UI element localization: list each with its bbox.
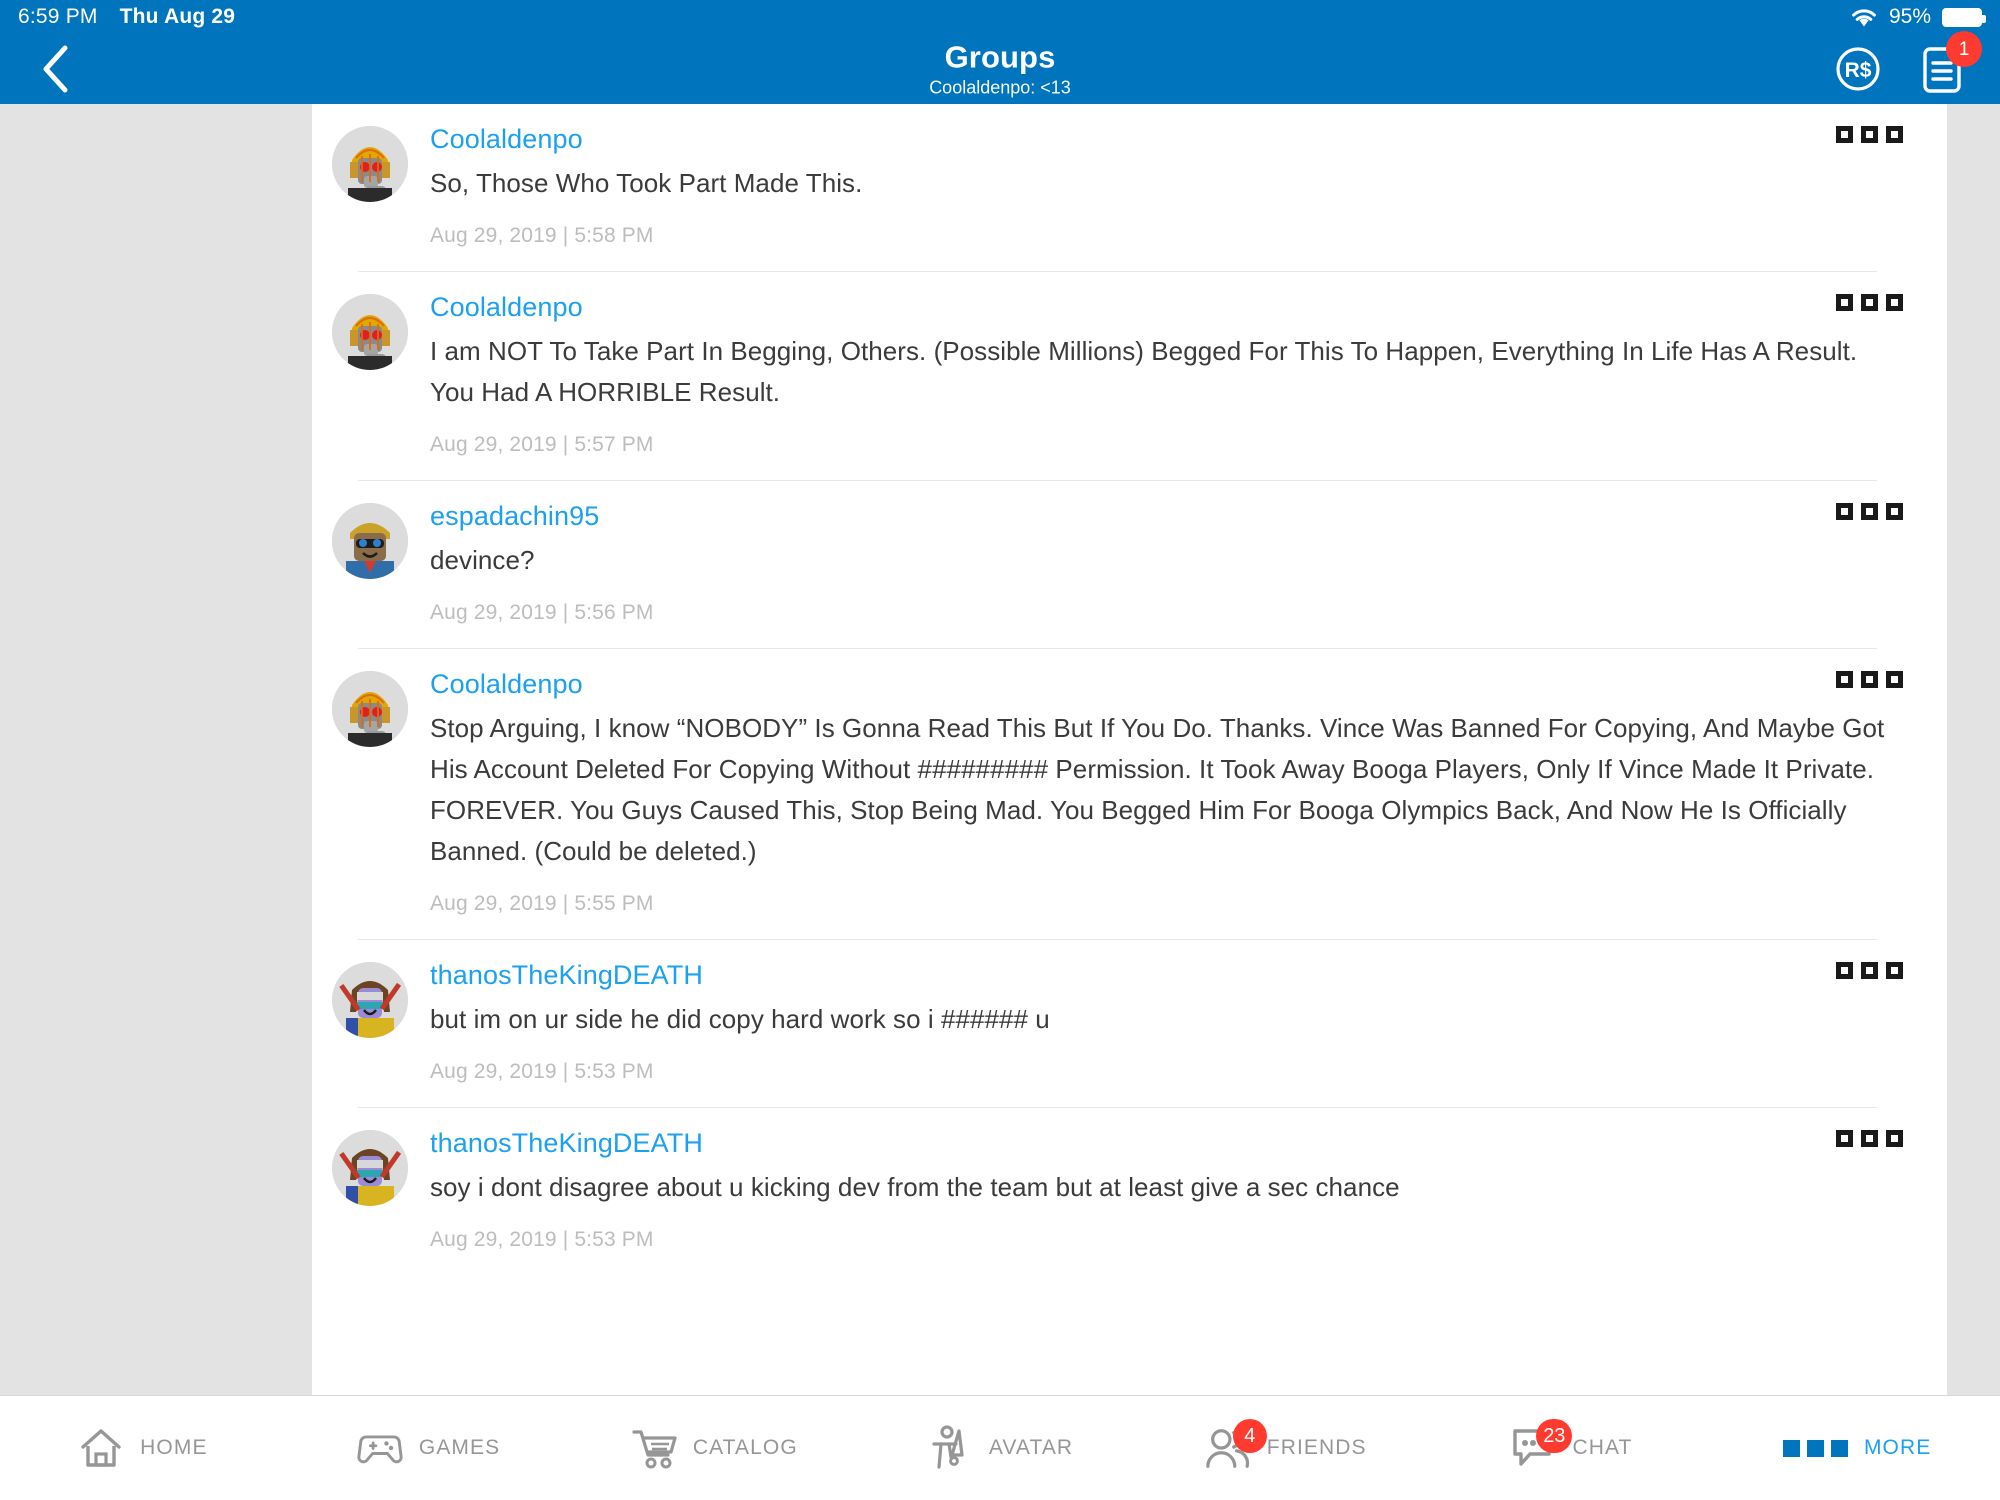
notifications-button[interactable]: 1 bbox=[1918, 31, 1982, 93]
vertical-scrollbar[interactable] bbox=[1947, 104, 2000, 1395]
post-timestamp: Aug 29, 2019 | 5:53 PM bbox=[430, 1228, 654, 1251]
bottom-nav-label: GAMES bbox=[418, 1436, 501, 1459]
post-item: thanosTheKingDEATH but im on ur side he d… bbox=[312, 940, 1947, 1108]
bottom-nav-item-more[interactable]: MORE bbox=[1714, 1396, 2000, 1500]
content-area: Coolaldenpo So, Those Who Took Part Made … bbox=[0, 104, 2000, 1395]
more-squares-icon bbox=[1782, 1439, 1848, 1457]
bottom-nav-items: HOME GAMES CATALOG AVATAR 4 FRIENDS 23 CHAT MORE bbox=[0, 1396, 2000, 1500]
bottom-nav-item-chat[interactable]: 23 CHAT bbox=[1429, 1396, 1715, 1500]
post-item: Coolaldenpo I am NOT To Take Part In Begg… bbox=[312, 272, 1947, 481]
posts-list: Coolaldenpo So, Those Who Took Part Made … bbox=[312, 104, 1947, 1253]
post-text: So, Those Who Took Part Made This. bbox=[430, 168, 863, 198]
cart-icon bbox=[631, 1425, 677, 1471]
post-timestamp: Aug 29, 2019 | 5:55 PM bbox=[430, 892, 654, 915]
battery-icon bbox=[1942, 7, 1986, 27]
bottom-nav-item-catalog[interactable]: CATALOG bbox=[571, 1396, 857, 1500]
bottom-nav-badge: 23 bbox=[1536, 1419, 1573, 1453]
post-author-link[interactable]: thanosTheKingDEATH bbox=[430, 958, 703, 992]
post-item: thanosTheKingDEATH soy i dont disagree ab… bbox=[312, 1108, 1947, 1253]
bottom-nav-label: HOME bbox=[140, 1436, 208, 1459]
status-bar-date: Thu Aug 29 bbox=[119, 5, 236, 28]
bottom-nav-label: CHAT bbox=[1572, 1436, 1633, 1459]
avatar-coolaldenpo[interactable] bbox=[332, 671, 408, 747]
avatar-coolaldenpo[interactable] bbox=[332, 294, 408, 370]
back-button[interactable] bbox=[34, 45, 78, 93]
post-author-link[interactable]: Coolaldenpo bbox=[430, 667, 583, 701]
chat-icon: 23 bbox=[1510, 1419, 1573, 1471]
battery-percent-label: 95% bbox=[1888, 5, 1931, 28]
bottom-nav-label: MORE bbox=[1863, 1436, 1932, 1459]
post-options-icon[interactable] bbox=[1836, 503, 1903, 520]
post-author-link[interactable]: thanosTheKingDEATH bbox=[430, 1126, 703, 1160]
post-author-link[interactable]: Coolaldenpo bbox=[430, 290, 583, 324]
post-options-icon[interactable] bbox=[1836, 1130, 1903, 1147]
post-text: soy i dont disagree about u kicking dev … bbox=[430, 1172, 1400, 1202]
svg-text:R$: R$ bbox=[1845, 59, 1872, 82]
header-title-block: Groups Coolaldenpo: <13 bbox=[0, 40, 2000, 99]
bottom-nav-label: FRIENDS bbox=[1266, 1436, 1367, 1459]
post-timestamp: Aug 29, 2019 | 5:53 PM bbox=[430, 1060, 654, 1083]
page-subtitle: Coolaldenpo: <13 bbox=[929, 77, 1071, 98]
avatar-espadachin95[interactable] bbox=[332, 503, 408, 579]
post-timestamp: Aug 29, 2019 | 5:58 PM bbox=[430, 224, 654, 247]
bottom-nav-item-home[interactable]: HOME bbox=[0, 1396, 286, 1500]
gamepad-icon bbox=[357, 1425, 403, 1471]
post-item: espadachin95 devince? Aug 29, 2019 | 5:56 … bbox=[312, 481, 1947, 649]
post-options-icon[interactable] bbox=[1836, 126, 1903, 143]
bottom-nav-item-games[interactable]: GAMES bbox=[286, 1396, 572, 1500]
bottom-navigation-bar: HOME GAMES CATALOG AVATAR 4 FRIENDS 23 CHAT MORE bbox=[0, 1395, 2000, 1500]
status-bar: 6:59 PM Thu Aug 29 95% bbox=[0, 0, 2000, 34]
post-timestamp: Aug 29, 2019 | 5:56 PM bbox=[430, 601, 654, 624]
status-bar-time: 6:59 PM bbox=[18, 5, 98, 28]
post-timestamp: Aug 29, 2019 | 5:57 PM bbox=[430, 433, 654, 456]
post-options-icon[interactable] bbox=[1836, 671, 1903, 688]
robux-button[interactable]: R$ bbox=[1834, 45, 1882, 93]
post-text: Stop Arguing, I know “NOBODY” Is Gonna R… bbox=[430, 713, 1885, 866]
post-text: but im on ur side he did copy hard work … bbox=[430, 1004, 1050, 1034]
post-author-link[interactable]: Coolaldenpo bbox=[430, 122, 583, 156]
avatar-thanostheking[interactable] bbox=[332, 962, 408, 1038]
post-options-icon[interactable] bbox=[1836, 962, 1903, 979]
post-text: I am NOT To Take Part In Begging, Others… bbox=[430, 336, 1858, 407]
back-chevron-icon bbox=[43, 45, 68, 93]
status-bar-right: 95% bbox=[1850, 5, 1986, 29]
post-text: devince? bbox=[430, 545, 535, 575]
avatar-thanostheking[interactable] bbox=[332, 1130, 408, 1206]
app-header: Groups Coolaldenpo: <13 R$ 1 bbox=[0, 31, 2000, 104]
notifications-badge: 1 bbox=[1946, 31, 1982, 67]
avatar-icon bbox=[927, 1425, 973, 1471]
wifi-icon bbox=[1850, 7, 1878, 28]
avatar-coolaldenpo[interactable] bbox=[332, 126, 408, 202]
bottom-nav-badge: 4 bbox=[1232, 1419, 1267, 1453]
bottom-nav-label: CATALOG bbox=[692, 1436, 798, 1459]
home-icon bbox=[78, 1425, 124, 1471]
post-author-link[interactable]: espadachin95 bbox=[430, 499, 599, 533]
bottom-nav-item-avatar[interactable]: AVATAR bbox=[857, 1396, 1143, 1500]
robux-icon: R$ bbox=[1836, 47, 1880, 91]
roblox-groups-screen: 6:59 PM Thu Aug 29 95% Groups Coolaldenp… bbox=[0, 0, 2000, 1500]
posts-panel: Coolaldenpo So, Those Who Took Part Made … bbox=[312, 104, 1947, 1395]
friends-icon: 4 bbox=[1205, 1419, 1267, 1471]
post-item: Coolaldenpo Stop Arguing, I know “NOBODY”… bbox=[312, 649, 1947, 940]
bottom-nav-label: AVATAR bbox=[988, 1436, 1074, 1459]
post-item: Coolaldenpo So, Those Who Took Part Made … bbox=[312, 104, 1947, 272]
page-title: Groups bbox=[944, 39, 1056, 75]
bottom-nav-item-friends[interactable]: 4 FRIENDS bbox=[1143, 1396, 1429, 1500]
header-actions: R$ 1 bbox=[1834, 31, 1982, 93]
post-options-icon[interactable] bbox=[1836, 294, 1903, 311]
